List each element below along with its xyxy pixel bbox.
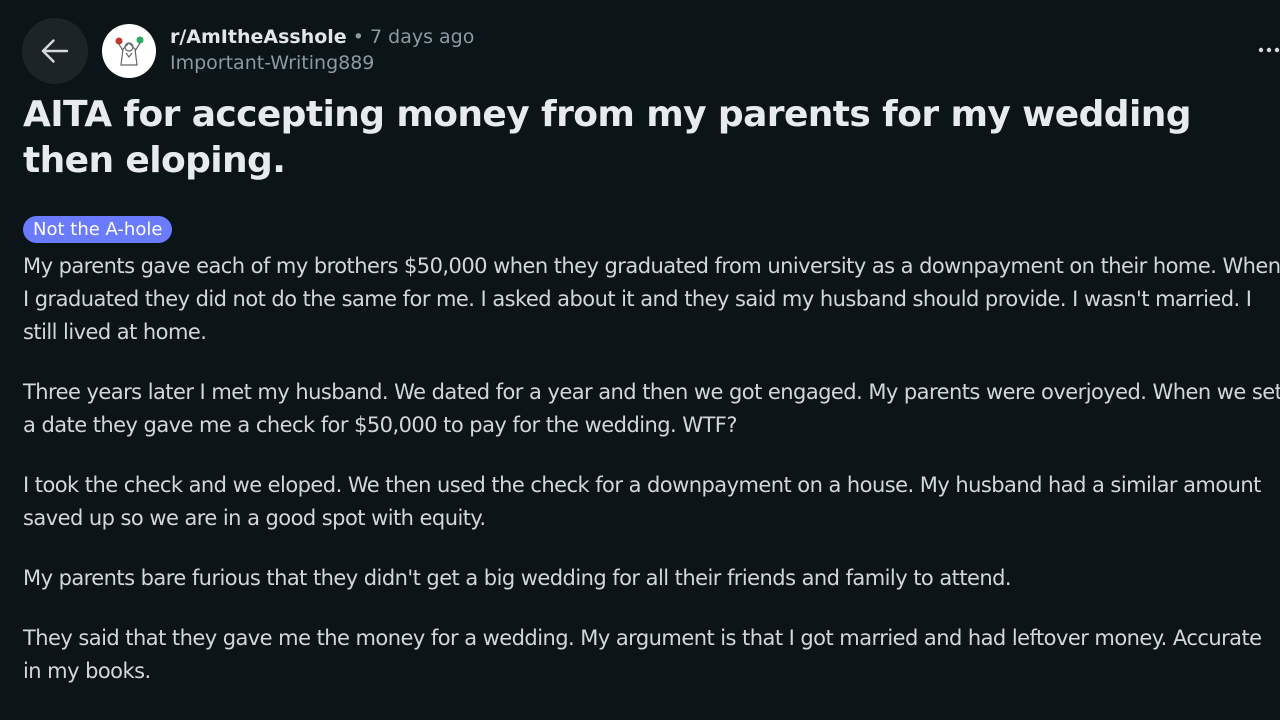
subreddit-avatar[interactable]: [102, 24, 156, 78]
post-body: My parents gave each of my brothers $50,…: [23, 250, 1280, 715]
post-meta: r/AmItheAsshole • 7 days ago Important-W…: [170, 24, 474, 76]
post-time: 7 days ago: [370, 26, 475, 48]
post-paragraph: They said that they gave me the money fo…: [23, 626, 1262, 683]
post-title[interactable]: AITA for accepting money from my parents…: [23, 92, 1263, 184]
post-paragraph: My parents bare furious that they didn't…: [23, 566, 1012, 590]
back-button[interactable]: [22, 18, 88, 84]
subreddit-avatar-icon: [115, 36, 144, 66]
author-link[interactable]: Important-Writing889: [170, 50, 474, 76]
post-meta-line: r/AmItheAsshole • 7 days ago: [170, 24, 474, 50]
post-flair[interactable]: Not the A-hole: [23, 216, 173, 243]
meta-separator: •: [352, 26, 364, 48]
post-paragraph: Three years later I met my husband. We d…: [23, 380, 1280, 437]
arrow-left-icon: [41, 39, 69, 63]
post-paragraph: My parents gave each of my brothers $50,…: [23, 254, 1280, 344]
more-horizontal-icon: [1258, 47, 1280, 53]
subreddit-link[interactable]: r/AmItheAsshole: [170, 26, 347, 48]
more-options-button[interactable]: [1256, 30, 1280, 70]
post-paragraph: I took the check and we eloped. We then …: [23, 473, 1261, 530]
